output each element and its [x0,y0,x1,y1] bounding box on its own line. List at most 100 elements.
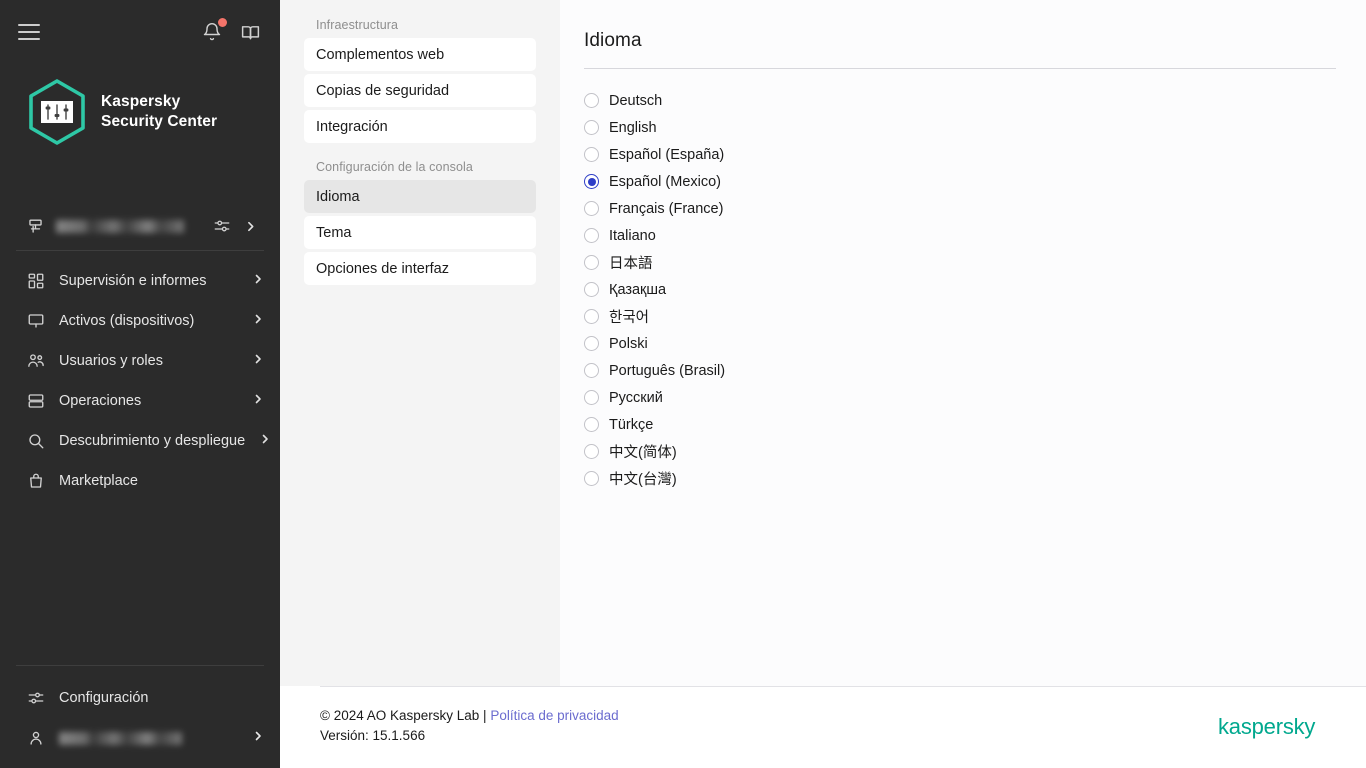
stacked-layers-icon [26,392,45,411]
sidebar-item-settings[interactable]: Configuración [0,678,280,718]
chevron-right-icon [252,393,264,409]
sidebar-divider-top [16,250,264,251]
language-option-francais-france[interactable]: Français (France) [584,195,723,222]
language-label: Español (Mexico) [609,173,722,190]
sidebar-bottom-section: Configuración [0,665,280,758]
radio-button[interactable] [584,228,599,243]
hamburger-line [18,38,40,40]
language-label: 中文(台灣) [609,472,677,488]
settings-item-web-plugins[interactable]: Complementos web [304,38,536,71]
language-label: 한국어 [609,310,650,326]
search-icon [26,432,45,451]
language-label: Español (España) [609,146,725,163]
language-option-italiano[interactable]: Italiano [584,222,656,249]
language-option-korean[interactable]: 한국어 [584,303,649,330]
radio-button[interactable] [584,363,599,378]
language-label: Português (Brasil) [609,362,726,379]
hamburger-line [18,24,40,26]
settings-item-language[interactable]: Idioma [304,180,536,213]
brand-title: Kaspersky Security Center [101,92,217,132]
footer-copyright: © 2024 AO Kaspersky Lab | [320,708,491,723]
help-book-icon[interactable] [238,20,262,44]
sidebar-item-users-roles[interactable]: Usuarios y roles [0,341,280,381]
sidebar-item-marketplace[interactable]: Marketplace [0,461,280,501]
settings-item-backup[interactable]: Copias de seguridad [304,74,536,107]
language-option-espanol-espana[interactable]: Español (España) [584,141,724,168]
chevron-right-icon[interactable] [241,217,260,236]
chevron-right-icon [252,273,264,289]
server-selector-row[interactable] [16,208,264,244]
language-option-deutsch[interactable]: Deutsch [584,87,662,114]
svg-text:kaspersky: kaspersky [1218,714,1315,739]
language-option-japanese[interactable]: 日本語 [584,249,653,276]
settings-item-label: Opciones de interfaz [316,260,449,277]
radio-button[interactable] [584,201,599,216]
radio-button[interactable] [584,255,599,270]
application-window: Kaspersky Security Center Supervisión e … [0,0,1366,768]
notifications-bell-icon[interactable] [200,18,227,44]
settings-item-interface-options[interactable]: Opciones de interfaz [304,252,536,285]
notification-badge-dot [218,18,227,27]
sidebar-item-label: Supervisión e informes [59,273,207,289]
radio-button[interactable] [584,282,599,297]
settings-item-label: Idioma [316,188,360,205]
settings-group-title-console: Configuración de la consola [316,160,473,174]
brand-line-2: Security Center [101,113,218,130]
settings-item-integration[interactable]: Integración [304,110,536,143]
sidebar-navigation: Supervisión e informes Activos (disposit… [0,261,280,501]
kaspersky-hexagon-logo [26,78,88,146]
language-option-portugues-brasil[interactable]: Português (Brasil) [584,357,725,384]
language-label: Italiano [609,227,656,244]
privacy-policy-link[interactable]: Política de privacidad [490,708,618,723]
language-label: 日本語 [609,256,653,272]
user-icon [26,729,45,748]
sidebar-item-operations[interactable]: Operaciones [0,381,280,421]
main-content: Idioma Deutsch English Español (España) … [560,0,1366,686]
radio-button[interactable] [584,417,599,432]
shopping-bag-icon [26,472,45,491]
settings-item-theme[interactable]: Tema [304,216,536,249]
sidebar-item-assets[interactable]: Activos (dispositivos) [0,301,280,341]
user-name-redacted [59,731,182,745]
language-option-kazakh[interactable]: Қазақша [584,276,666,303]
radio-button[interactable] [584,147,599,162]
sidebar-topbar [0,0,280,64]
radio-button[interactable] [584,309,599,324]
radio-button[interactable] [584,120,599,135]
sidebar-item-monitoring[interactable]: Supervisión e informes [0,261,280,301]
sidebar-item-user-account[interactable] [0,718,280,758]
radio-button[interactable] [584,390,599,405]
radio-button-selected[interactable] [584,174,599,189]
language-option-espanol-mexico[interactable]: Español (Mexico) [584,168,721,195]
settings-nav-panel: Infraestructura Complementos web Copias … [280,0,560,686]
kaspersky-wordmark-logo: kaspersky [1218,714,1336,745]
sidebar-item-discovery-deployment[interactable]: Descubrimiento y despliegue [0,421,280,461]
language-option-polski[interactable]: Polski [584,330,648,357]
radio-button[interactable] [584,444,599,459]
dashboard-grid-icon [26,272,45,291]
language-label: Русский [609,389,663,406]
settings-item-label: Complementos web [316,46,445,63]
radio-button[interactable] [584,336,599,351]
language-option-turkce[interactable]: Türkçe [584,411,653,438]
page-title: Idioma [584,30,642,51]
sliders-icon[interactable] [212,217,231,236]
settings-item-label: Integración [316,118,388,135]
main-sidebar: Kaspersky Security Center Supervisión e … [0,0,280,768]
language-label: Deutsch [609,92,663,109]
footer-text-block: © 2024 AO Kaspersky Lab | Política de pr… [320,706,619,747]
radio-button[interactable] [584,93,599,108]
language-option-chinese-traditional[interactable]: 中文(台灣) [584,465,677,492]
sidebar-item-label: Configuración [59,690,149,706]
language-label: Français (France) [609,200,724,217]
hamburger-menu-icon[interactable] [18,19,44,45]
radio-button[interactable] [584,471,599,486]
server-row-actions [212,217,260,236]
language-option-russian[interactable]: Русский [584,384,663,411]
chevron-right-icon [259,433,271,449]
server-icon [26,217,45,236]
sidebar-item-label: Activos (dispositivos) [59,313,195,329]
language-option-chinese-simplified[interactable]: 中文(简体) [584,438,677,465]
language-option-english[interactable]: English [584,114,657,141]
users-icon [26,352,45,371]
